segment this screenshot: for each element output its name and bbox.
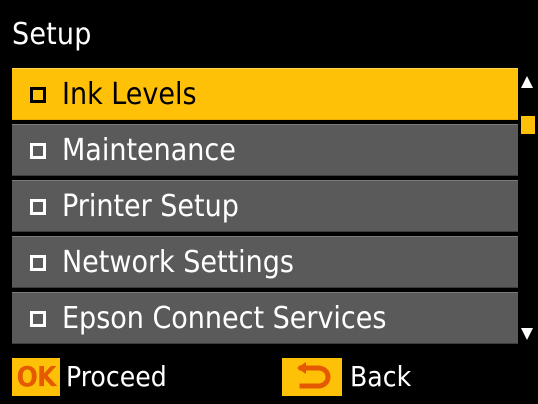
scroll-thumb[interactable] — [521, 116, 535, 134]
scroll-down-arrow-icon[interactable] — [521, 328, 533, 340]
menu-item-label: Printer Setup — [62, 189, 239, 224]
button-hint-bar: OK Proceed Back — [0, 350, 538, 404]
menu-item-epson-connect-services[interactable]: Epson Connect Services — [12, 292, 518, 344]
ok-key-badge[interactable]: OK — [12, 358, 60, 396]
back-arrow-icon — [297, 362, 331, 389]
menu-item-printer-setup[interactable]: Printer Setup — [12, 180, 518, 232]
bullet-icon — [30, 199, 46, 215]
printer-lcd-screen: Setup Ink Levels Maintenance Printer Set… — [0, 0, 538, 404]
back-label: Back — [350, 360, 412, 393]
menu-item-label: Network Settings — [62, 245, 294, 280]
setup-menu: Ink Levels Maintenance Printer Setup Net… — [12, 68, 518, 348]
bullet-icon — [30, 143, 46, 159]
bullet-icon — [30, 311, 46, 327]
menu-scrollbar[interactable] — [521, 68, 538, 348]
back-key-badge[interactable] — [282, 358, 342, 396]
bullet-icon — [30, 87, 46, 103]
page-title: Setup — [12, 17, 92, 52]
menu-item-label: Maintenance — [62, 133, 236, 168]
menu-item-network-settings[interactable]: Network Settings — [12, 236, 518, 288]
proceed-label: Proceed — [66, 360, 167, 393]
scroll-up-arrow-icon[interactable] — [521, 76, 533, 88]
menu-item-label: Ink Levels — [62, 77, 197, 112]
menu-item-maintenance[interactable]: Maintenance — [12, 124, 518, 176]
menu-item-ink-levels[interactable]: Ink Levels — [12, 68, 518, 120]
bullet-icon — [30, 255, 46, 271]
menu-item-label: Epson Connect Services — [62, 301, 387, 336]
